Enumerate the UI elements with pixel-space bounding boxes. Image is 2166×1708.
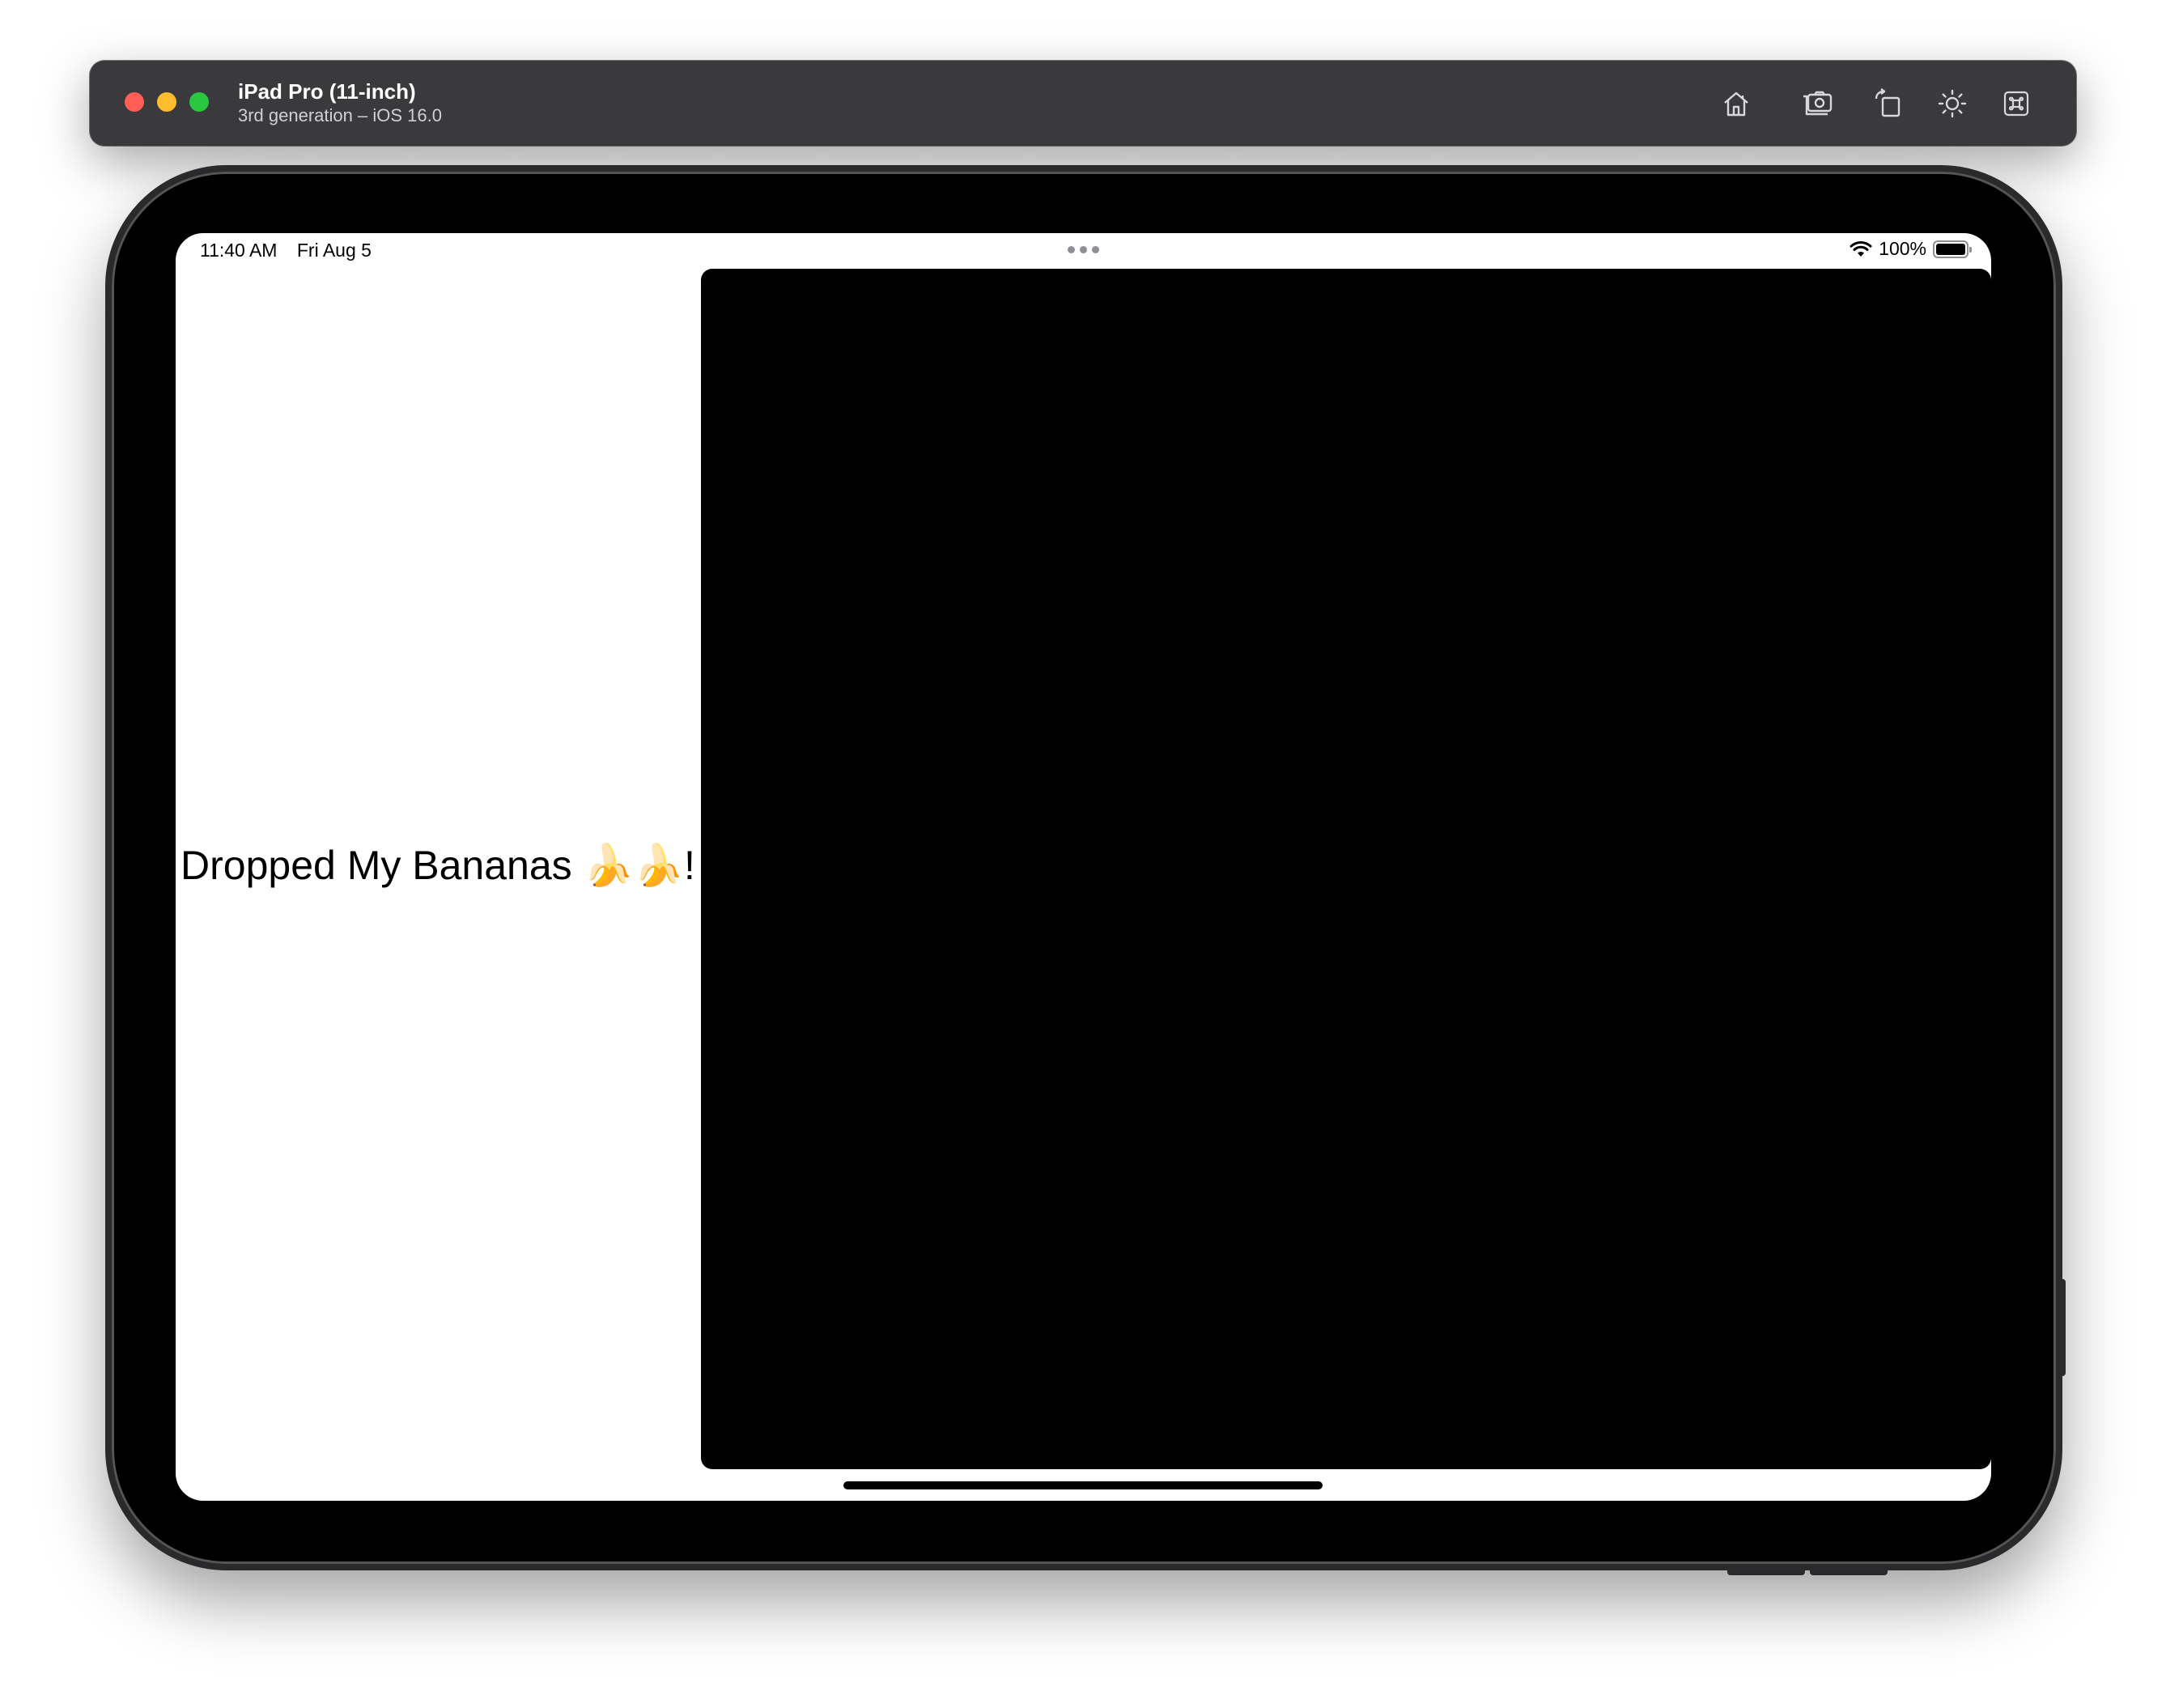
appearance-button[interactable] [1933, 84, 1972, 123]
battery-fill [1936, 243, 1965, 255]
device-name: iPad Pro (11-inch) [238, 79, 416, 104]
status-bar-left: 11:40 AM Fri Aug 5 [200, 240, 372, 261]
multitasking-menu-button[interactable] [1068, 246, 1099, 253]
screenshot-icon [1803, 91, 1833, 116]
home-indicator[interactable] [843, 1481, 1323, 1489]
device-side-button [2058, 1279, 2066, 1376]
simulator-titlebar: iPad Pro (11-inch) 3rd generation – iOS … [90, 61, 2076, 146]
wifi-icon [1850, 240, 1872, 257]
keyboard-shortcut-button[interactable] [1997, 84, 2036, 123]
left-split-pane: Dropped My Bananas 🍌🍌! [176, 269, 700, 1467]
device-os-version: 3rd generation – iOS 16.0 [238, 105, 442, 125]
battery-icon [1933, 240, 1972, 258]
close-window-button[interactable] [125, 92, 144, 112]
ipad-screen: 11:40 AM Fri Aug 5 100% Dropped My Banan… [176, 233, 1991, 1501]
status-time: 11:40 AM [200, 240, 278, 261]
home-button[interactable] [1717, 84, 1756, 123]
rotate-button[interactable] [1868, 84, 1907, 123]
zoom-window-button[interactable] [189, 92, 209, 112]
status-bar-right: 100% [1850, 238, 1972, 260]
screenshot-button[interactable] [1798, 84, 1837, 123]
dot-icon [1092, 246, 1099, 253]
status-date: Fri Aug 5 [296, 240, 372, 261]
rotate-icon [1875, 88, 1901, 117]
dot-icon [1068, 246, 1075, 253]
keyboard-command-icon [2003, 91, 2029, 117]
home-icon [1724, 91, 1748, 117]
right-split-pane[interactable] [701, 269, 1991, 1469]
device-volume-button [1810, 1569, 1888, 1575]
device-volume-button [1727, 1569, 1805, 1575]
appearance-icon [1938, 89, 1967, 118]
device-title-block: iPad Pro (11-inch) 3rd generation – iOS … [238, 79, 442, 127]
dot-icon [1080, 246, 1087, 253]
dropped-message: Dropped My Bananas 🍌🍌! [180, 842, 695, 888]
minimize-window-button[interactable] [157, 92, 176, 112]
battery-percent: 100% [1879, 238, 1926, 259]
